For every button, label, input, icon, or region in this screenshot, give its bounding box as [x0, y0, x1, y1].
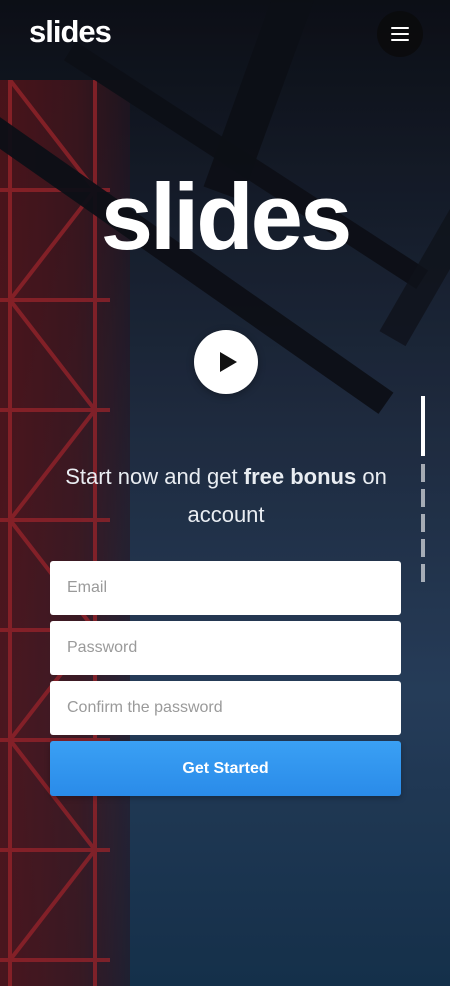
get-started-button[interactable]: Get Started — [50, 741, 401, 796]
hamburger-menu-icon — [391, 27, 409, 41]
email-field[interactable] — [50, 561, 401, 615]
play-icon — [220, 352, 237, 372]
pager-dot-active[interactable] — [421, 396, 425, 456]
confirm-password-field[interactable] — [50, 681, 401, 735]
password-field[interactable] — [50, 621, 401, 675]
slide-pager — [421, 396, 425, 589]
hero-logo: slides — [100, 164, 353, 269]
play-video-button[interactable] — [194, 330, 258, 394]
pager-dot[interactable] — [421, 464, 425, 482]
tagline-highlight: free bonus — [243, 464, 357, 489]
signup-form: Get Started — [50, 561, 401, 796]
pager-dot[interactable] — [421, 514, 425, 532]
header-logo[interactable]: slides — [29, 14, 112, 50]
top-bar: slides — [0, 0, 450, 70]
pager-dot[interactable] — [421, 564, 425, 582]
tagline-text: Start now and get — [65, 464, 244, 489]
menu-button[interactable] — [377, 11, 423, 57]
hero-tagline: Start now and get free bonus on account — [50, 458, 402, 534]
pager-dot[interactable] — [421, 539, 425, 557]
pager-dot[interactable] — [421, 489, 425, 507]
